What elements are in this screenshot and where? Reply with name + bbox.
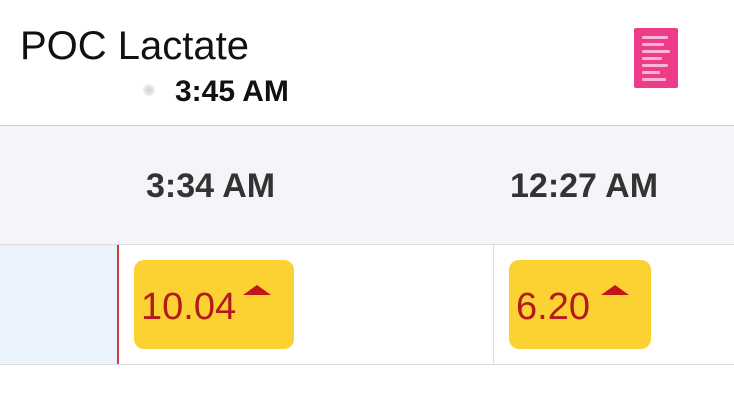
current-time-line	[117, 245, 119, 364]
lactate-result-row: 10.04 6.20	[0, 245, 734, 365]
result-value-chip[interactable]: 10.04	[134, 260, 294, 349]
result-value: 6.20	[516, 286, 590, 328]
column-time[interactable]: 3:34 AM	[146, 166, 275, 206]
results-header: POC Lactate 3:45 AM	[0, 0, 734, 125]
row-label-cell	[0, 245, 117, 364]
page-title: POC Lactate	[20, 24, 250, 68]
column-divider	[493, 245, 494, 364]
result-value: 10.04	[141, 286, 237, 328]
column-time[interactable]: 12:27 AM	[510, 166, 658, 206]
result-value-chip[interactable]: 6.20	[509, 260, 651, 349]
document-icon[interactable]	[634, 28, 678, 88]
time-column-header-row: 3:34 AM 12:27 AM	[0, 125, 734, 245]
up-arrow-icon	[243, 285, 271, 295]
up-arrow-icon	[601, 285, 629, 295]
sync-indicator-icon	[143, 84, 155, 96]
last-updated-time: 3:45 AM	[175, 75, 289, 108]
lab-results-screen: POC Lactate 3:45 AM 3:34 AM 12:27 AM 10.…	[0, 0, 734, 413]
